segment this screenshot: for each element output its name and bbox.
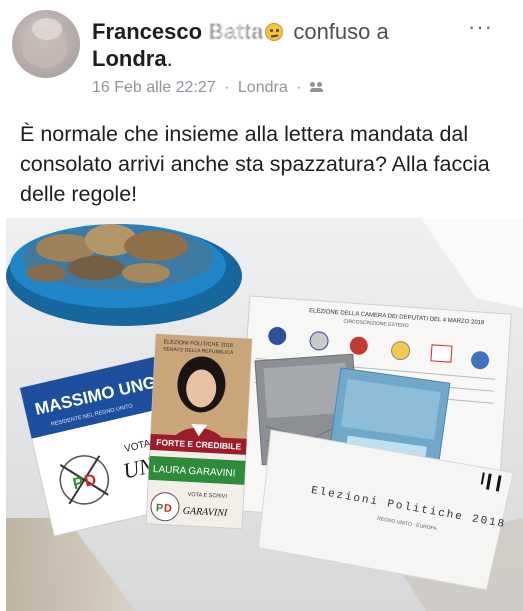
post-header: Francesco Batta confuso a Londra. 16 Feb… xyxy=(0,0,523,108)
post-body-text: È normale che insieme alla lettera manda… xyxy=(20,122,490,206)
friends-icon[interactable] xyxy=(309,82,324,92)
photo-scene: ELEZIONE DELLA CAMERA DEI DEPUTATI DEL 4… xyxy=(6,218,523,611)
meta-separator: · xyxy=(224,79,230,96)
feeling-location[interactable]: Londra xyxy=(92,46,167,71)
facebook-post: Francesco Batta confuso a Londra. 16 Feb… xyxy=(0,0,523,611)
more-options-button[interactable]: ··· xyxy=(468,16,502,38)
post-photo[interactable]: ELEZIONE DELLA CAMERA DEI DEPUTATI DEL 4… xyxy=(6,218,523,611)
meta-location[interactable]: Londra xyxy=(238,79,288,96)
svg-text:P: P xyxy=(156,502,164,514)
location-period: . xyxy=(166,46,173,71)
post-timestamp[interactable]: 16 Feb alle 22:27 xyxy=(92,79,216,96)
author-name[interactable]: Francesco xyxy=(92,19,202,44)
author-line: Francesco Batta confuso a Londra. xyxy=(92,18,452,72)
flyer-garavini: ELEZIONI POLITICHE 2018 SENATO DELLA REP… xyxy=(145,333,253,530)
avatar-blur-highlight xyxy=(32,18,62,40)
post-meta: 16 Feb alle 22:27 · Londra · xyxy=(92,79,324,97)
feeling-text: confuso a xyxy=(293,19,389,44)
author-surname-blurred[interactable]: Batta xyxy=(208,18,263,45)
svg-text:D: D xyxy=(164,503,173,515)
meta-separator-2: · xyxy=(296,79,302,96)
avatar[interactable] xyxy=(12,10,80,78)
confused-emoji-icon xyxy=(265,23,284,41)
